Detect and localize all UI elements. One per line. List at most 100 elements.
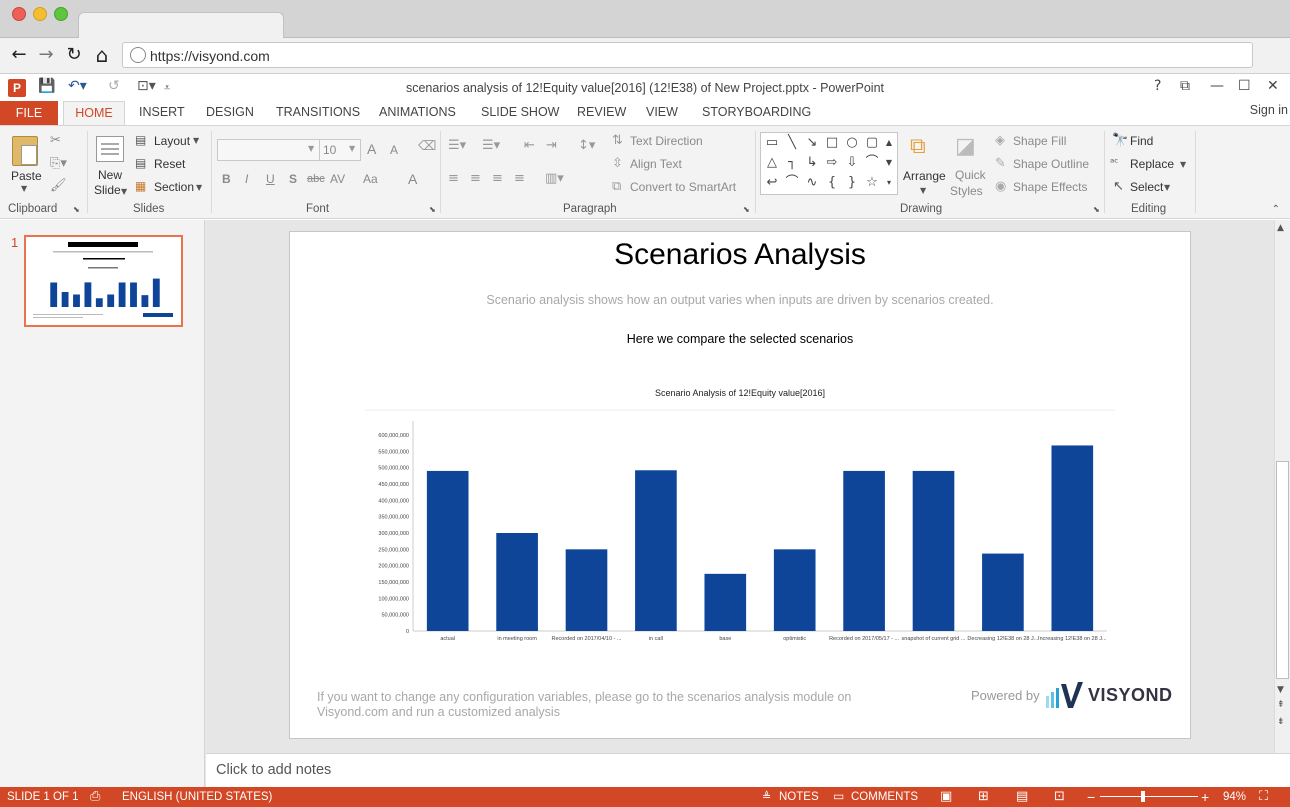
url-text[interactable]: https://visyond.com [150,48,270,64]
tab-home[interactable]: HOME [63,101,125,126]
paste-icon[interactable] [12,136,38,166]
freeform-shape-icon[interactable]: ⌒ [863,154,881,172]
line-spacing-icon[interactable]: ↕▾ [578,138,595,153]
arrange-dropdown-icon[interactable]: ▼ [920,186,926,195]
scrollbar-thumb[interactable] [1276,461,1289,679]
replace-button[interactable]: Replace [1130,157,1174,171]
zoom-slider[interactable] [1100,796,1198,797]
font-launcher-icon[interactable]: ⬊ [429,205,436,214]
change-case-button[interactable]: Aa [363,172,378,186]
minimize-window-button[interactable] [33,7,47,21]
font-color-button[interactable]: A [408,171,417,187]
tab-review[interactable]: REVIEW [577,105,626,119]
tab-transitions[interactable]: TRANSITIONS [276,105,360,119]
reading-view-icon[interactable]: ▤ [1016,789,1028,804]
font-name-dropdown-icon[interactable]: ▼ [308,144,314,153]
clear-formatting-icon[interactable]: ⌫ [418,139,436,154]
shape-outline-button[interactable]: Shape Outline [1013,157,1089,171]
tab-animations[interactable]: ANIMATIONS [379,105,456,119]
section-dropdown-icon[interactable]: ▼ [196,183,202,192]
normal-view-icon[interactable]: ▣ [940,789,952,804]
left-brace-shape-icon[interactable]: { [823,174,841,192]
reload-icon[interactable]: ↻ [63,44,85,66]
slide-title[interactable]: Scenarios Analysis [290,238,1190,272]
spelling-icon[interactable]: ⎙ [90,789,100,804]
sign-in-link[interactable]: Sign in [1250,103,1288,117]
zoom-in-button[interactable]: + [1201,789,1209,805]
next-slide-icon[interactable]: ⇟ [1277,717,1285,727]
bold-button[interactable]: B [222,172,231,186]
elbow-arrow-shape-icon[interactable]: ↳ [803,154,821,172]
elbow-connector-shape-icon[interactable]: ┐ [783,154,801,172]
new-slide-icon[interactable] [96,136,124,162]
right-arrow-shape-icon[interactable]: ⇨ [823,154,841,172]
zoom-slider-handle[interactable] [1141,791,1145,802]
ribbon-display-icon[interactable]: ⧉ [1180,78,1190,94]
arrow-line-shape-icon[interactable]: ↘ [803,134,821,152]
tab-file[interactable]: FILE [0,101,58,125]
slide-sorter-icon[interactable]: ⊞ [978,789,989,804]
slide-subtitle[interactable]: Scenario analysis shows how an output va… [290,293,1190,307]
right-brace-shape-icon[interactable]: } [843,174,861,192]
zoom-window-button[interactable] [54,7,68,21]
paste-button[interactable]: Paste [11,169,42,183]
tab-storyboarding[interactable]: STORYBOARDING [702,105,811,119]
tab-design[interactable]: DESIGN [206,105,254,119]
textbox-shape-icon[interactable]: ▭ [763,134,781,152]
rounded-rect-shape-icon[interactable]: ▢ [863,134,881,152]
oval-shape-icon[interactable]: ○ [843,134,861,152]
address-bar[interactable]: https://visyond.com [122,42,1253,68]
find-button[interactable]: Find [1130,134,1153,148]
tab-view[interactable]: VIEW [646,105,678,119]
bar-chart[interactable]: Scenario Analysis of 12!Equity value[201… [365,379,1115,649]
quick-styles-label-2[interactable]: Styles [950,184,983,198]
character-spacing-button[interactable]: AV [330,172,345,186]
notes-button[interactable]: NOTES [779,791,819,803]
arc-shape-icon[interactable]: ⌒ [783,174,801,192]
text-direction-button[interactable]: Text Direction [630,134,703,148]
paste-dropdown-icon[interactable]: ▼ [21,184,27,193]
reset-button[interactable]: Reset [154,157,185,171]
new-slide-label-2[interactable]: Slide [94,183,121,197]
columns-icon[interactable]: ▥▾ [545,171,564,186]
notes-pane[interactable]: Click to add notes [206,753,1290,787]
decrease-indent-icon[interactable]: ⇤ [524,138,535,153]
align-left-icon[interactable]: ≡ [448,171,459,186]
help-icon[interactable]: ? [1154,78,1161,94]
underline-button[interactable]: U [266,172,275,186]
cut-icon[interactable]: ✂ [50,133,61,148]
notes-icon[interactable]: ≜ [762,790,771,803]
strikethrough-button[interactable]: abc [307,173,325,185]
align-right-icon[interactable]: ≡ [492,171,503,186]
quick-styles-label-1[interactable]: Quick [955,168,986,182]
numbering-icon[interactable]: ☰▾ [482,138,500,153]
shadow-button[interactable]: S [289,172,297,186]
browser-tab[interactable] [78,12,284,39]
arrange-icon[interactable]: ⧉ [910,134,926,159]
tab-slide-show[interactable]: SLIDE SHOW [481,105,560,119]
previous-slide-icon[interactable]: ⇞ [1277,700,1285,710]
fit-slide-icon[interactable]: ⛶ [1259,789,1268,804]
maximize-icon[interactable]: ☐ [1238,78,1251,94]
line-shape-icon[interactable]: ╲ [783,134,801,152]
layout-button[interactable]: Layout [154,134,190,148]
home-icon[interactable]: ⌂ [91,44,113,66]
gallery-more-icon[interactable]: ▾ [881,174,897,192]
section-button[interactable]: Section [154,180,194,194]
bullets-icon[interactable]: ☰▾ [448,138,466,153]
zoom-level[interactable]: 94% [1223,791,1246,803]
select-dropdown-icon[interactable]: ▼ [1164,183,1170,192]
layout-dropdown-icon[interactable]: ▼ [193,136,199,145]
replace-dropdown-icon[interactable]: ▼ [1180,160,1186,169]
shape-effects-button[interactable]: Shape Effects [1013,180,1088,194]
close-icon[interactable]: ✕ [1267,78,1279,94]
shape-fill-button[interactable]: Shape Fill [1013,134,1066,148]
font-size-dropdown-icon[interactable]: ▼ [349,144,355,153]
forward-arrow-icon[interactable]: → [35,44,57,66]
comments-icon[interactable]: ▭ [833,789,844,803]
notes-placeholder[interactable]: Click to add notes [216,762,331,778]
vertical-scrollbar[interactable]: ▲ ▼ ⇞ ⇟ [1274,220,1290,753]
justify-icon[interactable]: ≡ [514,171,525,186]
tab-insert[interactable]: INSERT [139,105,185,119]
down-arrow-shape-icon[interactable]: ⇩ [843,154,861,172]
